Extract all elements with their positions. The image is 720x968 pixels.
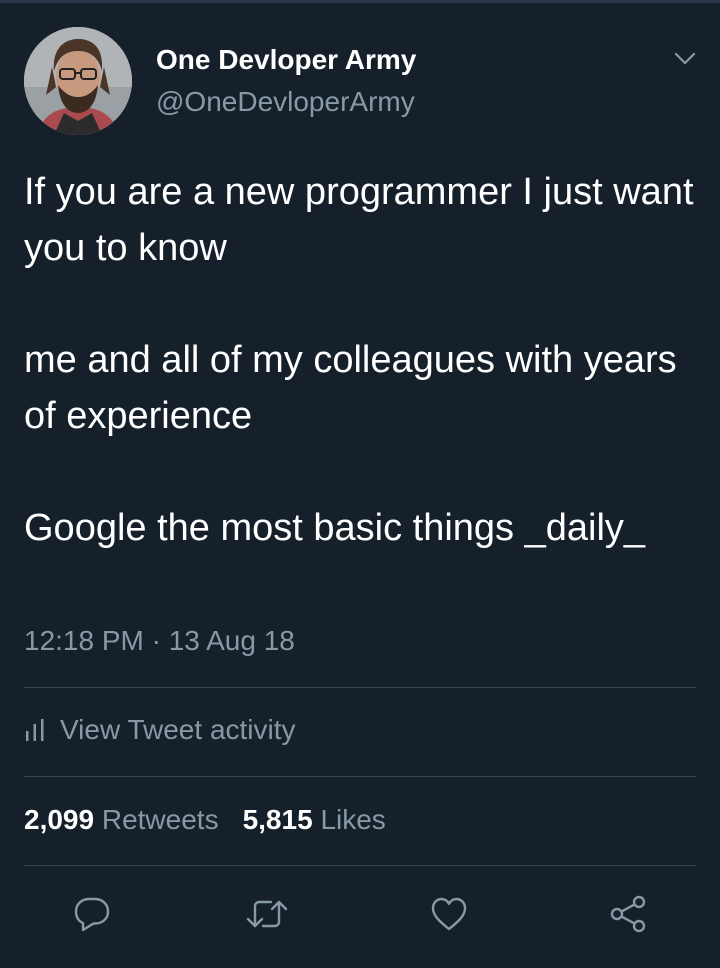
activity-label: View Tweet activity xyxy=(60,714,296,745)
likes-label: Likes xyxy=(320,804,386,835)
like-button[interactable] xyxy=(427,892,471,936)
like-icon xyxy=(431,897,467,931)
view-tweet-activity-link[interactable]: View Tweet activity xyxy=(24,714,296,746)
tweet-stats: 2,099 Retweets 5,815 Likes xyxy=(24,804,386,836)
tweet-paragraph: If you are a new programmer I just want … xyxy=(24,171,694,269)
bar-chart-icon xyxy=(26,719,44,741)
avatar[interactable] xyxy=(24,27,132,135)
avatar-image xyxy=(24,27,132,135)
divider xyxy=(24,687,696,688)
tweet-text: If you are a new programmer I just want … xyxy=(24,164,704,556)
divider xyxy=(24,865,696,866)
divider xyxy=(24,776,696,777)
tweet-paragraph: Google the most basic things _daily_ xyxy=(24,507,646,549)
retweets-label: Retweets xyxy=(101,804,219,835)
user-handle[interactable]: @OneDevloperArmy xyxy=(156,86,415,118)
chevron-down-icon[interactable] xyxy=(672,45,698,71)
retweets-count: 2,099 xyxy=(24,804,95,835)
likes-count: 5,815 xyxy=(242,804,313,835)
share-icon xyxy=(610,895,646,933)
retweet-icon xyxy=(246,900,288,928)
reply-button[interactable] xyxy=(70,892,114,936)
tweet-timestamp[interactable]: 12:18 PM · 13 Aug 18 xyxy=(24,625,295,657)
likes-stat[interactable]: 5,815 Likes xyxy=(243,804,386,835)
share-button[interactable] xyxy=(606,892,650,936)
tweet-paragraph: me and all of my colleagues with years o… xyxy=(24,339,677,437)
top-border xyxy=(0,0,720,3)
retweets-stat[interactable]: 2,099 Retweets xyxy=(24,804,219,835)
reply-icon xyxy=(74,897,110,932)
retweet-button[interactable] xyxy=(245,892,289,936)
display-name[interactable]: One Devloper Army xyxy=(156,44,416,76)
